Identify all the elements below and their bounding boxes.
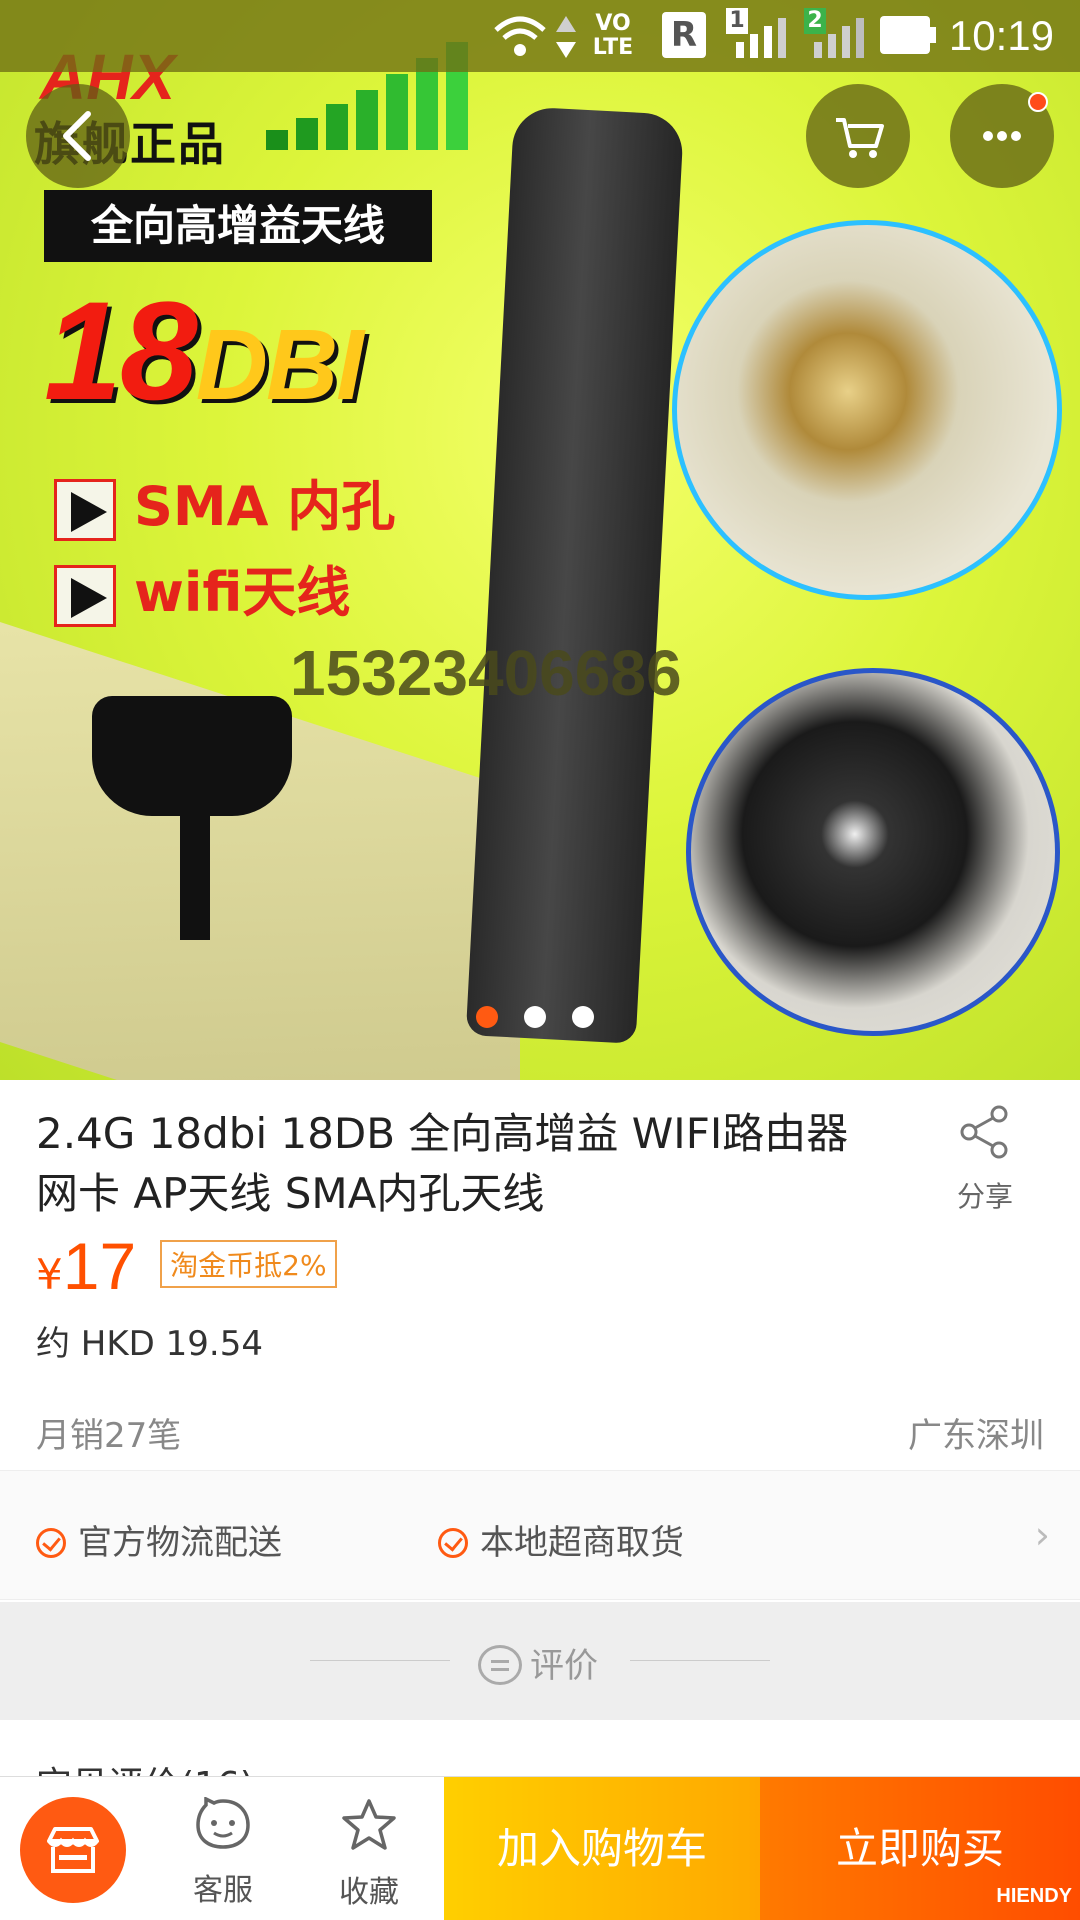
share-label: 分享	[956, 1180, 1013, 1213]
cart-icon	[836, 118, 884, 158]
wifi-icon	[494, 16, 546, 56]
data-arrows-icon	[556, 16, 576, 58]
shop-button[interactable]	[20, 1797, 126, 1903]
customer-service-label: 客服	[193, 1873, 253, 1908]
service-label: 官方物流配送	[78, 1523, 282, 1563]
product-title: 2.4G 18dbi 18DB 全向高增益 WIFI路由器网卡 AP天线 SMA…	[36, 1109, 849, 1218]
check-circle-icon	[36, 1528, 66, 1558]
coin-discount-badge: 淘金币抵2%	[160, 1240, 337, 1288]
signal-sim2-icon: 2	[804, 8, 864, 60]
review-label-text: 评价	[530, 1646, 598, 1686]
customer-service-button[interactable]: 客服	[168, 1796, 278, 1909]
notification-dot	[1028, 92, 1048, 112]
currency-symbol: ¥	[36, 1250, 63, 1299]
tmall-cat-logo	[92, 696, 292, 816]
ship-from-location: 广东深圳	[908, 1416, 1044, 1456]
service-row[interactable]: 官方物流配送 本地超商取货 ›	[0, 1470, 1080, 1600]
play-arrow-icon	[54, 565, 116, 628]
back-icon	[63, 111, 91, 161]
review-count-heading: 宝贝评价(16)	[36, 1756, 254, 1776]
battery-icon	[880, 16, 936, 54]
chevron-right-icon: ›	[1034, 1513, 1050, 1557]
divider-line	[310, 1660, 450, 1661]
signal-sim1-icon: 1	[726, 8, 786, 60]
back-button[interactable]	[26, 84, 130, 188]
hiendy-watermark: HIENDY	[996, 1885, 1072, 1907]
star-icon	[342, 1799, 396, 1850]
promo-banner: 全向高增益天线	[44, 190, 432, 262]
review-label: 评价	[478, 1638, 598, 1687]
more-button[interactable]	[950, 84, 1054, 188]
service-store-pickup: 本地超商取货	[438, 1515, 684, 1564]
gain-label: 18DBI	[44, 270, 364, 432]
feature-wifi-label: wifi天线	[134, 561, 351, 624]
check-circle-icon	[438, 1528, 468, 1558]
feature-sma: SMA 内孔	[54, 462, 396, 542]
shop-icon	[47, 1827, 99, 1873]
bottom-action-bar: 客服 收藏 加入购物车 立即购买 HIENDY	[0, 1776, 1080, 1920]
feature-wifi: wifi天线	[54, 548, 351, 628]
roaming-badge: R	[662, 12, 706, 58]
hkd-price: 约 HKD 19.54	[36, 1324, 263, 1364]
share-icon	[960, 1105, 1008, 1159]
tmall-cat-body	[180, 810, 210, 940]
add-to-cart-button[interactable]: 加入购物车	[444, 1777, 760, 1920]
carousel-dot[interactable]	[524, 1006, 546, 1028]
carousel-dot[interactable]	[572, 1006, 594, 1028]
status-bar: VO LTE R 1 2 10:19	[0, 0, 1080, 72]
gain-unit: DBI	[195, 309, 364, 421]
product-image-carousel[interactable]: AHX 旗舰正品 全向高增益天线 18DBI SMA 内孔 wifi天线 153…	[0, 0, 1080, 1080]
phone-number-watermark: 15323406686	[290, 637, 682, 709]
connector-closeup-1	[672, 220, 1062, 600]
divider-line	[630, 1660, 770, 1661]
monthly-sales: 月销27笔	[36, 1416, 182, 1456]
play-arrow-icon	[54, 479, 116, 542]
price-value: 17	[62, 1229, 137, 1303]
carousel-indicator	[476, 1006, 620, 1032]
cart-button[interactable]	[806, 84, 910, 188]
service-label: 本地超商取货	[480, 1523, 684, 1563]
carousel-dot-active[interactable]	[476, 1006, 498, 1028]
comment-icon	[478, 1645, 522, 1685]
connector-closeup-2	[686, 668, 1060, 1036]
gain-number: 18	[44, 272, 198, 429]
service-official-logistics: 官方物流配送	[36, 1515, 282, 1564]
share-button[interactable]: 分享	[942, 1104, 1028, 1215]
clock: 10:19	[948, 12, 1054, 59]
chat-face-icon	[196, 1796, 250, 1849]
antenna-illustration	[465, 106, 685, 1044]
feature-sma-label: SMA 内孔	[134, 475, 396, 538]
favorite-label: 收藏	[339, 1875, 399, 1910]
buy-now-button[interactable]: 立即购买 HIENDY	[760, 1777, 1080, 1920]
buy-now-label: 立即购买	[835, 1824, 1004, 1873]
volte-badge: VO LTE	[592, 11, 634, 60]
price-row: ¥17 淘金币抵2%	[36, 1228, 337, 1308]
favorite-button[interactable]: 收藏	[314, 1797, 424, 1911]
review-section-header[interactable]: 评价	[0, 1602, 1080, 1720]
